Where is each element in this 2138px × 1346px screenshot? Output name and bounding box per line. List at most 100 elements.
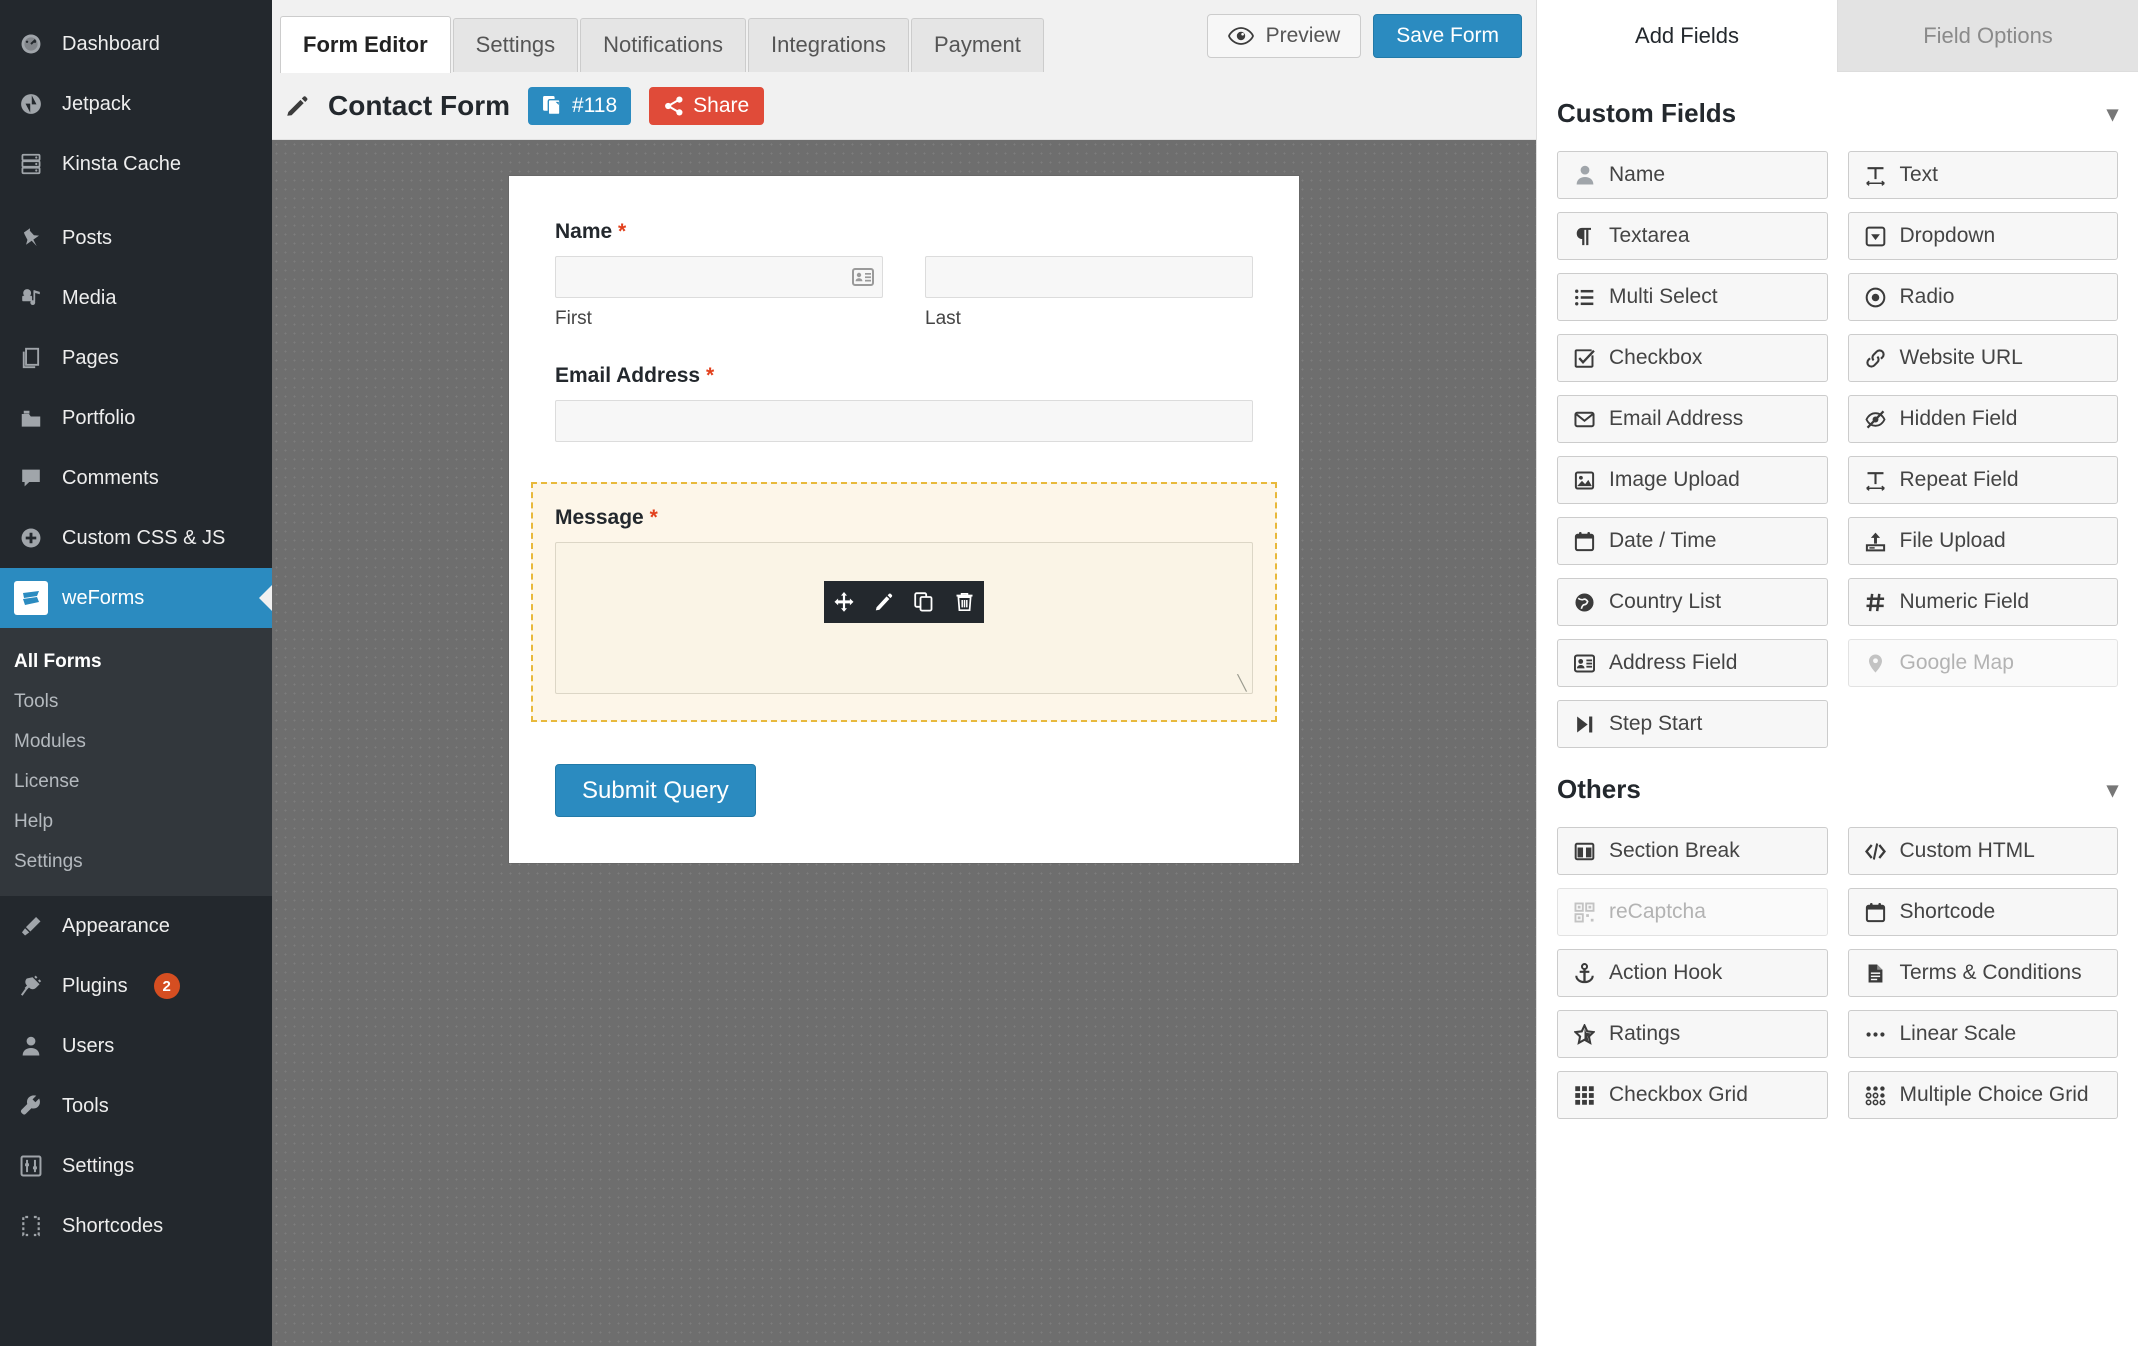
add-field-ratings[interactable]: Ratings (1557, 1010, 1828, 1058)
add-field-text[interactable]: Text (1847, 151, 2118, 199)
field-panel-tab-add-fields[interactable]: Add Fields (1537, 0, 1837, 72)
globe-icon (1574, 592, 1598, 613)
sidebar-submenu-item-tools[interactable]: Tools (0, 682, 272, 722)
resize-grip-icon[interactable]: ╲ (1235, 676, 1249, 691)
section-header-custom-fields[interactable]: Custom Fields ▾ (1537, 72, 2138, 151)
add-field-custom-html[interactable]: Custom HTML (1847, 827, 2118, 875)
add-field-action-hook[interactable]: Action Hook (1557, 949, 1828, 997)
add-field-multiple-choice-grid[interactable]: Multiple Choice Grid (1847, 1071, 2118, 1119)
sidebar-item-portfolio[interactable]: Portfolio (0, 388, 272, 448)
email-input[interactable] (555, 400, 1253, 442)
add-field-section-break[interactable]: Section Break (1557, 827, 1828, 875)
sidebar-item-appearance[interactable]: Appearance (0, 896, 272, 956)
brush-icon (14, 915, 48, 937)
add-field-terms-conditions[interactable]: Terms & Conditions (1847, 949, 2118, 997)
duplicate-icon[interactable] (904, 581, 944, 623)
sidebar-item-shortcodes[interactable]: Shortcodes (0, 1196, 272, 1256)
sidebar-item-custom-css-js[interactable]: Custom CSS & JS (0, 508, 272, 568)
submit-query-button[interactable]: Submit Query (555, 764, 756, 817)
add-field-date-time[interactable]: Date / Time (1557, 517, 1828, 565)
sidebar-item-label: Tools (62, 1094, 109, 1117)
add-field-radio[interactable]: Radio (1847, 273, 2118, 321)
tab-integrations[interactable]: Integrations (748, 18, 909, 72)
add-field-email-address[interactable]: Email Address (1557, 395, 1828, 443)
sidebar-item-pages[interactable]: Pages (0, 328, 272, 388)
add-field-image-upload[interactable]: Image Upload (1557, 456, 1828, 504)
field-grid-custom-fields: Name Text Textarea Dropdown Multi Select Radi… (1537, 151, 2138, 748)
add-field-dropdown[interactable]: Dropdown (1847, 212, 2118, 260)
file-text-icon (1865, 963, 1889, 984)
sidebar-item-tools[interactable]: Tools (0, 1076, 272, 1136)
add-field-file-upload[interactable]: File Upload (1847, 517, 2118, 565)
sidebar-item-kinsta-cache[interactable]: Kinsta Cache (0, 134, 272, 194)
add-field-checkbox-grid[interactable]: Checkbox Grid (1557, 1071, 1828, 1119)
share-button[interactable]: Share (649, 86, 765, 125)
top-actions: Preview Save Form (1206, 14, 1522, 58)
sidebar-item-jetpack[interactable]: Jetpack (0, 74, 272, 134)
form-id-copy-badge[interactable]: #118 (528, 86, 632, 125)
form-field-email[interactable]: Email Address * (555, 364, 1253, 442)
add-field-numeric-field[interactable]: Numeric Field (1847, 578, 2118, 626)
field-button-label: Custom HTML (1899, 839, 2035, 862)
add-field-repeat-field[interactable]: Repeat Field (1847, 456, 2118, 504)
add-field-textarea[interactable]: Textarea (1557, 212, 1828, 260)
add-field-multi-select[interactable]: Multi Select (1557, 273, 1828, 321)
add-field-checkbox[interactable]: Checkbox (1557, 334, 1828, 382)
sidebar-submenu-item-all-forms[interactable]: All Forms (0, 642, 272, 682)
sidebar-item-dashboard[interactable]: Dashboard (0, 14, 272, 74)
field-panel-tab-bar: Add Fields Field Options (1537, 0, 2138, 72)
calendar-icon (1574, 531, 1598, 552)
form-field-name[interactable]: Name * First Last (555, 220, 1253, 330)
field-button-label: Radio (1899, 285, 1955, 308)
sidebar-item-media[interactable]: Media (0, 268, 272, 328)
tab-form-editor[interactable]: Form Editor (280, 16, 451, 73)
add-field-country-list[interactable]: Country List (1557, 578, 1828, 626)
sidebar-item-plugins[interactable]: Plugins 2 (0, 956, 272, 1016)
field-button-label: Section Break (1609, 839, 1740, 862)
sidebar-item-users[interactable]: Users (0, 1016, 272, 1076)
form-field-message[interactable]: Message * ╲ (531, 482, 1277, 722)
required-marker: * (649, 506, 658, 529)
grid-filled-icon (1574, 1085, 1598, 1106)
field-label-text: Message (555, 506, 644, 529)
add-field-shortcode[interactable]: Shortcode (1847, 888, 2118, 936)
add-field-website-url[interactable]: Website URL (1847, 334, 2118, 382)
tab-notifications[interactable]: Notifications (580, 18, 747, 72)
sidebar-item-settings[interactable]: Settings (0, 1136, 272, 1196)
tab-payment[interactable]: Payment (910, 18, 1044, 72)
sidebar-submenu-item-modules[interactable]: Modules (0, 722, 272, 762)
move-icon[interactable] (824, 581, 864, 623)
field-panel-tab-field-options[interactable]: Field Options (1837, 0, 2138, 71)
dashboard-icon (14, 33, 48, 55)
sidebar-submenu-item-settings[interactable]: Settings (0, 842, 272, 882)
delete-icon[interactable] (944, 581, 984, 623)
add-field-hidden-field[interactable]: Hidden Field (1847, 395, 2118, 443)
list-ul-icon (1574, 287, 1598, 308)
wrench-icon (14, 1095, 48, 1117)
last-name-input[interactable] (925, 256, 1253, 298)
sidebar-item-weforms[interactable]: weForms (0, 568, 272, 628)
add-field-step-start[interactable]: Step Start (1557, 700, 1828, 748)
form-id-label: #118 (572, 93, 618, 117)
sidebar-item-posts[interactable]: Posts (0, 208, 272, 268)
tab-settings[interactable]: Settings (452, 18, 579, 72)
map-marker-icon (1865, 653, 1889, 674)
sidebar-submenu-item-license[interactable]: License (0, 762, 272, 802)
first-name-input[interactable] (555, 256, 883, 298)
sidebar-item-comments[interactable]: Comments (0, 448, 272, 508)
save-form-button[interactable]: Save Form (1373, 14, 1522, 58)
section-header-others[interactable]: Others ▾ (1537, 748, 2138, 827)
sidebar-divider-1 (0, 194, 272, 208)
edit-title-pencil-icon[interactable] (284, 93, 310, 119)
edit-icon[interactable] (864, 581, 904, 623)
preview-button-label: Preview (1265, 24, 1341, 47)
sidebar-submenu-item-help[interactable]: Help (0, 802, 272, 842)
media-icon (14, 287, 48, 309)
add-field-linear-scale[interactable]: Linear Scale (1847, 1010, 2118, 1058)
chevron-down-icon: ▾ (2106, 100, 2118, 126)
preview-button[interactable]: Preview (1206, 14, 1362, 58)
add-field-name[interactable]: Name (1557, 151, 1828, 199)
add-field-address-field[interactable]: Address Field (1557, 639, 1828, 687)
field-button-label: Ratings (1609, 1022, 1681, 1045)
main-region: Form Editor Settings Notifications Integrat… (272, 0, 1536, 1346)
